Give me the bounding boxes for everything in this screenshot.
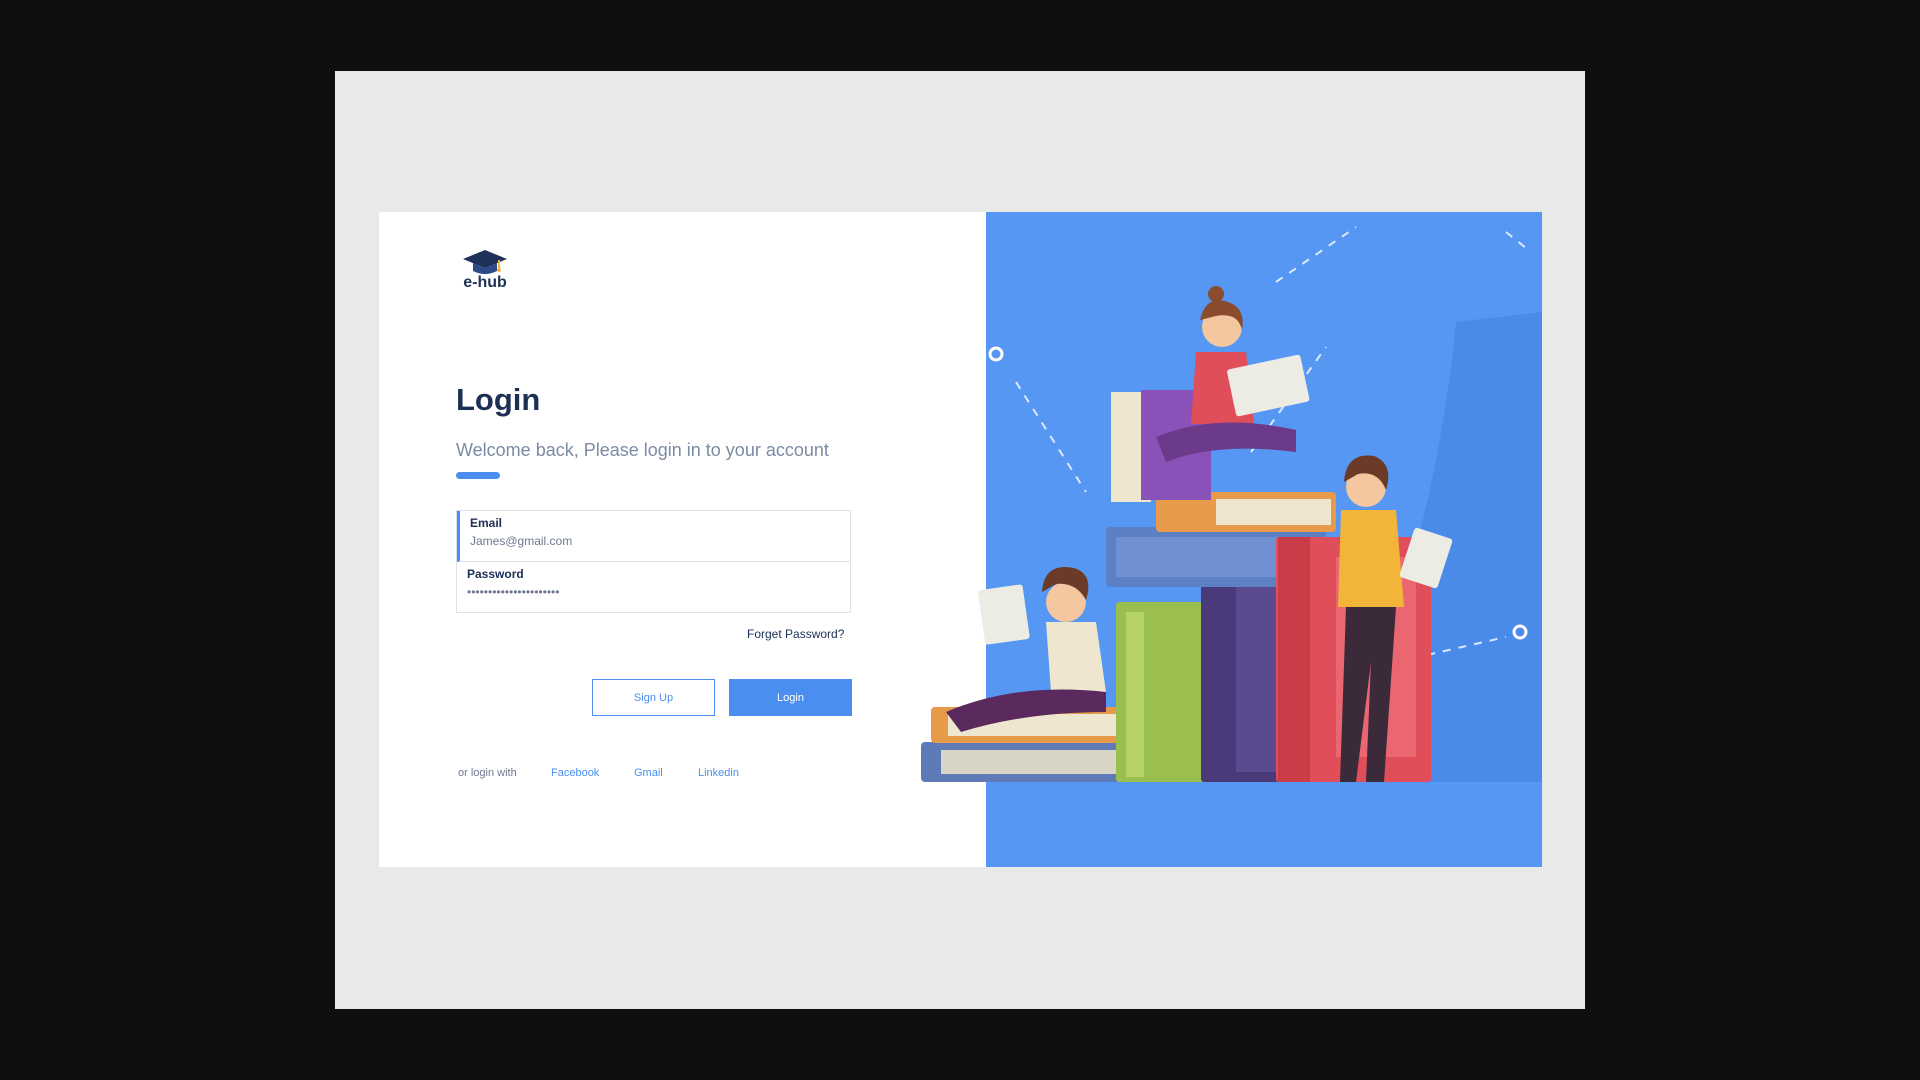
password-label: Password: [467, 567, 524, 581]
email-field[interactable]: Email: [457, 511, 850, 562]
screenshot-frame: e-hub Login Welcome back, Please login i…: [335, 71, 1585, 1009]
forgot-password-link[interactable]: Forget Password?: [747, 627, 844, 641]
login-button[interactable]: Login: [729, 679, 852, 716]
title-underline: [456, 472, 500, 479]
linkedin-login-link[interactable]: Linkedin: [698, 767, 739, 779]
graduation-cap-icon: [463, 250, 507, 274]
password-field[interactable]: Password: [457, 562, 850, 613]
email-input[interactable]: [470, 534, 830, 548]
page-title: Login: [456, 382, 541, 417]
brand-logo[interactable]: e-hub: [457, 248, 513, 292]
gmail-login-link[interactable]: Gmail: [634, 767, 663, 779]
login-card: e-hub Login Welcome back, Please login i…: [379, 212, 1542, 867]
facebook-login-link[interactable]: Facebook: [551, 767, 599, 779]
credentials-group: Email Password: [456, 510, 851, 613]
login-form-panel: e-hub Login Welcome back, Please login i…: [379, 212, 986, 867]
social-login-label: or login with: [458, 767, 517, 779]
students-reading-illustration: [921, 226, 1542, 782]
brand-name: e-hub: [463, 274, 507, 291]
welcome-subtitle: Welcome back, Please login in to your ac…: [456, 440, 829, 460]
email-label: Email: [470, 516, 503, 530]
password-input[interactable]: [467, 585, 827, 599]
illustration-panel: [921, 212, 1542, 867]
sign-up-button[interactable]: Sign Up: [592, 679, 715, 716]
